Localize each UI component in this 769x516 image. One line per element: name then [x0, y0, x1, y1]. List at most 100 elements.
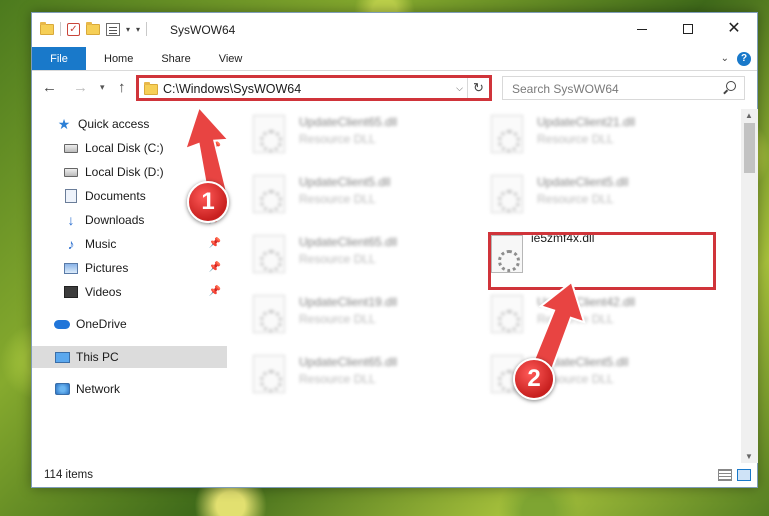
documents-icon [63, 188, 79, 204]
close-icon: ✕ [727, 20, 741, 37]
file-tile[interactable]: UpdateClient65.dll Resource DLL [237, 229, 467, 279]
sidebar-item-label: Downloads [85, 213, 145, 227]
step-1-badge: 1 [187, 181, 229, 223]
scrollbar-thumb[interactable] [744, 123, 755, 173]
dll-file-icon [491, 295, 523, 333]
dll-file-icon [491, 115, 523, 153]
address-path[interactable]: C:\Windows\SysWOW64 [163, 82, 301, 96]
recent-locations-icon[interactable]: ▾ [100, 82, 105, 93]
sidebar-item-network[interactable]: Network [32, 378, 227, 400]
file-name: UpdateClient65.dll [299, 115, 398, 129]
sidebar-item-label: OneDrive [76, 317, 127, 331]
close-button[interactable]: ✕ [711, 13, 757, 45]
pin-icon[interactable]: 📌 [209, 262, 221, 273]
file-name: UpdateClient65.dll [299, 235, 398, 249]
file-type: Resource DLL [537, 132, 614, 146]
details-view-icon[interactable] [718, 469, 732, 481]
tab-view[interactable]: View [205, 47, 257, 70]
videos-icon [63, 284, 79, 300]
pin-icon[interactable]: 📌 [209, 238, 221, 249]
qat-dropdown-icon[interactable]: ▾ [136, 25, 140, 34]
help-icon[interactable]: ? [737, 52, 751, 66]
file-name: UpdateClient21.dll [537, 115, 636, 129]
music-icon: ♪ [67, 236, 75, 252]
back-arrow-icon[interactable]: ← [42, 79, 57, 96]
dll-file-icon [253, 295, 285, 333]
file-tile[interactable]: UpdateClient5.dll Resource DLL [237, 169, 467, 219]
file-type: Resource DLL [299, 372, 376, 386]
ribbon-tabs: File Home Share View ⌄ ? [32, 47, 757, 71]
file-type: Resource DLL [299, 192, 376, 206]
file-type: Resource DLL [537, 192, 614, 206]
chevron-down-icon[interactable]: ▾ [126, 25, 130, 34]
vertical-scrollbar[interactable]: ▲ ▼ [741, 109, 758, 463]
file-tile[interactable]: UpdateClient65.dll Resource DLL [237, 109, 467, 159]
pin-icon[interactable]: 📌 [209, 286, 221, 297]
status-bar: 114 items [32, 465, 757, 487]
toolbar-separator [60, 22, 61, 36]
sidebar-item-label: Local Disk (D:) [85, 165, 164, 179]
file-tile[interactable]: UpdateClient21.dll Resource DLL [475, 109, 705, 159]
window-title: SysWOW64 [170, 23, 236, 37]
new-folder-icon[interactable] [86, 21, 100, 35]
expand-ribbon-icon[interactable]: ⌄ [721, 53, 729, 64]
address-bar[interactable]: C:\Windows\SysWOW64 ⌵ ↻ [136, 75, 492, 101]
explorer-window: ✓ ▾ ▾ SysWOW64 ✕ File Home Share View ⌄ … [31, 12, 758, 488]
sidebar-item-music[interactable]: ♪ Music 📌 [32, 233, 227, 255]
sidebar-item-onedrive[interactable]: OneDrive [32, 313, 227, 335]
file-type: Resource DLL [299, 252, 376, 266]
folder-icon [144, 82, 158, 95]
dll-file-icon [253, 115, 285, 153]
maximize-icon [683, 24, 693, 34]
file-tile[interactable]: UpdateClient19.dll Resource DLL [237, 289, 467, 339]
dll-file-icon [253, 235, 285, 273]
sidebar-item-videos[interactable]: Videos 📌 [32, 281, 227, 303]
dll-file-icon [253, 175, 285, 213]
search-input[interactable]: Search SysWOW64 [502, 76, 745, 100]
sidebar-item-label: Videos [85, 285, 122, 299]
drive-icon [63, 140, 79, 156]
sidebar-item-label: Music [85, 237, 117, 251]
address-dropdown-icon[interactable]: ⌵ [456, 83, 463, 94]
sidebar-item-label: Local Disk (C:) [85, 141, 164, 155]
file-tile[interactable]: UpdateClient65.dll Resource DLL [237, 349, 467, 399]
maximize-button[interactable] [665, 13, 711, 45]
dll-file-icon [253, 355, 285, 393]
tab-home[interactable]: Home [90, 47, 147, 70]
file-name: UpdateClient19.dll [299, 295, 398, 309]
file-tile[interactable]: UpdateClient42.dll Resource DLL [475, 289, 705, 339]
navigation-bar: ← → ▾ ↑ C:\Windows\SysWOW64 ⌵ ↻ Search S… [32, 73, 757, 103]
drive-icon [63, 164, 79, 180]
network-icon [54, 381, 70, 397]
tab-share[interactable]: Share [147, 47, 204, 70]
file-name: UpdateClient5.dll [537, 175, 629, 189]
view-buttons [718, 469, 751, 481]
sidebar-item-pictures[interactable]: Pictures 📌 [32, 257, 227, 279]
up-arrow-icon[interactable]: ↑ [118, 79, 126, 96]
minimize-icon [637, 28, 647, 30]
refresh-icon[interactable]: ↻ [467, 78, 489, 98]
tiles-view-icon[interactable] [737, 469, 751, 481]
sidebar-item-this-pc[interactable]: This PC [32, 346, 227, 368]
quick-access-toolbar: ✓ ▾ ▾ [40, 21, 148, 36]
scroll-down-icon[interactable]: ▼ [745, 452, 753, 461]
file-tile[interactable]: UpdateClient5.dll Resource DLL [475, 169, 705, 219]
folder-icon [40, 21, 54, 35]
scroll-up-icon[interactable]: ▲ [745, 111, 753, 120]
pictures-icon [63, 260, 79, 276]
sidebar-item-label: Documents [85, 189, 146, 203]
properties-check-icon[interactable]: ✓ [67, 22, 80, 36]
customize-icon[interactable] [106, 22, 120, 36]
search-icon[interactable] [726, 81, 736, 91]
step-2-badge: 2 [513, 358, 555, 400]
file-type: Resource DLL [299, 132, 376, 146]
forward-arrow-icon[interactable]: → [73, 79, 88, 96]
file-name: UpdateClient5.dll [299, 175, 391, 189]
window-controls: ✕ [619, 13, 757, 45]
file-type: Resource DLL [299, 312, 376, 326]
tab-file[interactable]: File [32, 47, 86, 70]
search-placeholder: Search SysWOW64 [512, 82, 619, 96]
minimize-button[interactable] [619, 13, 665, 45]
dll-file-icon [491, 175, 523, 213]
file-tile[interactable]: UpdateClient5.dll Resource DLL [475, 349, 705, 399]
